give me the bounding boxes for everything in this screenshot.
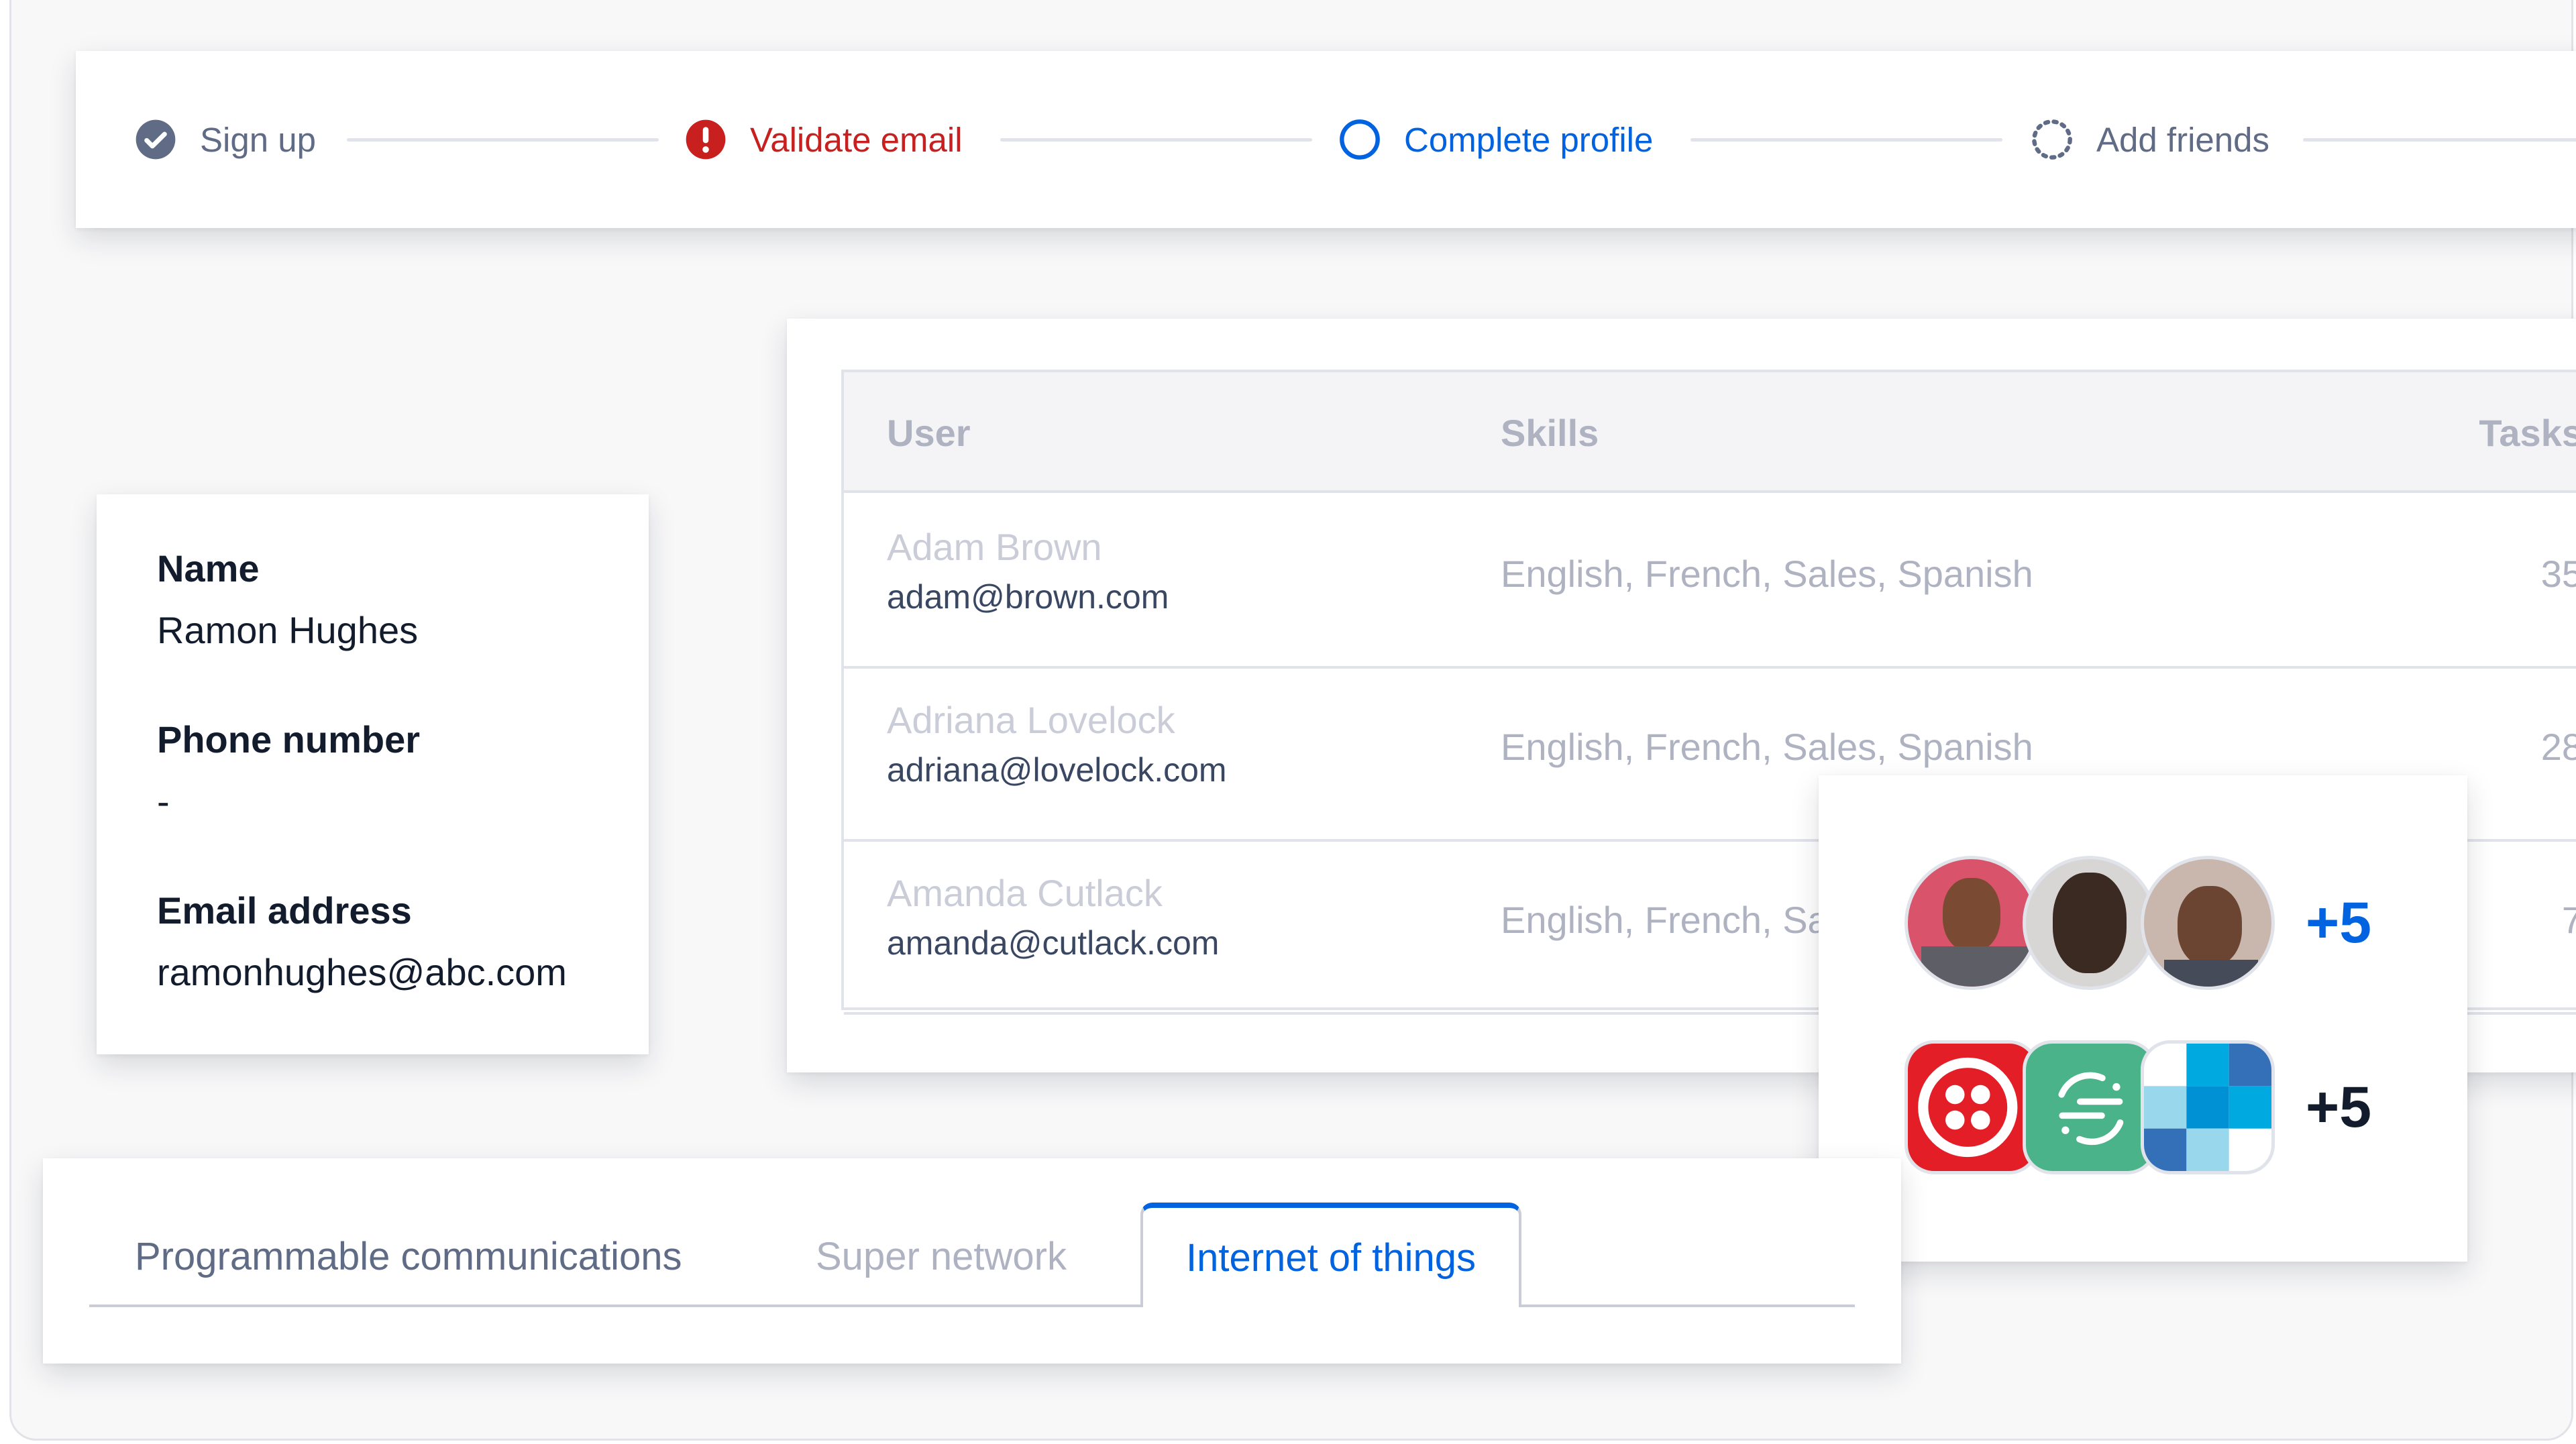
column-header-skills[interactable]: Skills (1501, 411, 1599, 455)
progress-stepper: Sign up Validate email Complete profile … (76, 51, 2576, 228)
email-label: Email address (157, 889, 412, 932)
step-label: Complete profile (1404, 120, 1654, 159)
check-circle-icon (136, 119, 176, 160)
user-name: Adriana Lovelock (887, 699, 1175, 741)
step-connector (1690, 138, 2002, 142)
user-email: adriana@lovelock.com (887, 751, 1227, 789)
step-connector (2303, 138, 2576, 142)
user-skills: English, French, Sales, Spanish (1501, 726, 2033, 768)
name-value: Ramon Hughes (157, 609, 419, 651)
avatar-man-portrait (2023, 856, 2157, 990)
phone-label: Phone number (157, 718, 421, 761)
tab-internet-of-things[interactable]: Internet of things (1140, 1203, 1522, 1307)
step-label: Validate email (750, 120, 963, 159)
name-label: Name (157, 547, 260, 590)
tab-super-network[interactable]: Super network (816, 1205, 1067, 1307)
user-email: adam@brown.com (887, 578, 1169, 616)
phone-value: - (157, 780, 170, 822)
logos-avatar-group[interactable]: +5 (1904, 1040, 2371, 1174)
step-validate-email[interactable]: Validate email (684, 51, 963, 228)
step-label: Add friends (2096, 120, 2269, 159)
step-label: Sign up (200, 120, 316, 159)
user-tasks: 7 (2561, 899, 2576, 941)
step-add-friends[interactable]: Add friends (2031, 51, 2269, 228)
segment-logo (2023, 1040, 2157, 1174)
step-complete-profile[interactable]: Complete profile (1338, 51, 1653, 228)
avatar-group-card: +5 +5 (1819, 775, 2467, 1262)
step-connector (1000, 138, 1312, 142)
user-email: amanda@cutlack.com (887, 924, 1220, 962)
email-value: ramonhughes@abc.com (157, 951, 567, 993)
step-sign-up[interactable]: Sign up (134, 51, 316, 228)
user-tasks: 35 (2540, 553, 2576, 595)
twilio-logo (1904, 1040, 2039, 1174)
column-header-user[interactable]: User (887, 411, 971, 455)
circle-outline-icon (1340, 119, 1380, 160)
sendgrid-logo (2141, 1040, 2275, 1174)
avatar-man-smiling (2141, 856, 2275, 990)
tabs-card: Programmable communications Super networ… (43, 1158, 1901, 1364)
step-connector (347, 138, 659, 142)
people-more-count: +5 (2306, 890, 2372, 955)
logos-more-count: +5 (2306, 1074, 2372, 1140)
user-name: Adam Brown (887, 526, 1102, 568)
column-header-tasks[interactable]: Tasks (2479, 411, 2576, 455)
tab-programmable-communications[interactable]: Programmable communications (135, 1205, 682, 1307)
table-row[interactable]: Adam Brown adam@brown.com English, Frenc… (844, 493, 2576, 669)
avatar-woman-pink-background (1904, 856, 2039, 990)
profile-details-card: Name Ramon Hughes Phone number - Email a… (97, 494, 649, 1054)
error-icon (686, 119, 726, 160)
people-avatar-group[interactable]: +5 (1904, 856, 2371, 990)
user-name: Amanda Cutlack (887, 872, 1163, 914)
user-tasks: 28 (2540, 726, 2576, 768)
table-header: User Skills Tasks (844, 372, 2576, 493)
user-skills: English, French, Sales, Spanish (1501, 553, 2033, 595)
dotted-circle-icon (2032, 119, 2072, 160)
